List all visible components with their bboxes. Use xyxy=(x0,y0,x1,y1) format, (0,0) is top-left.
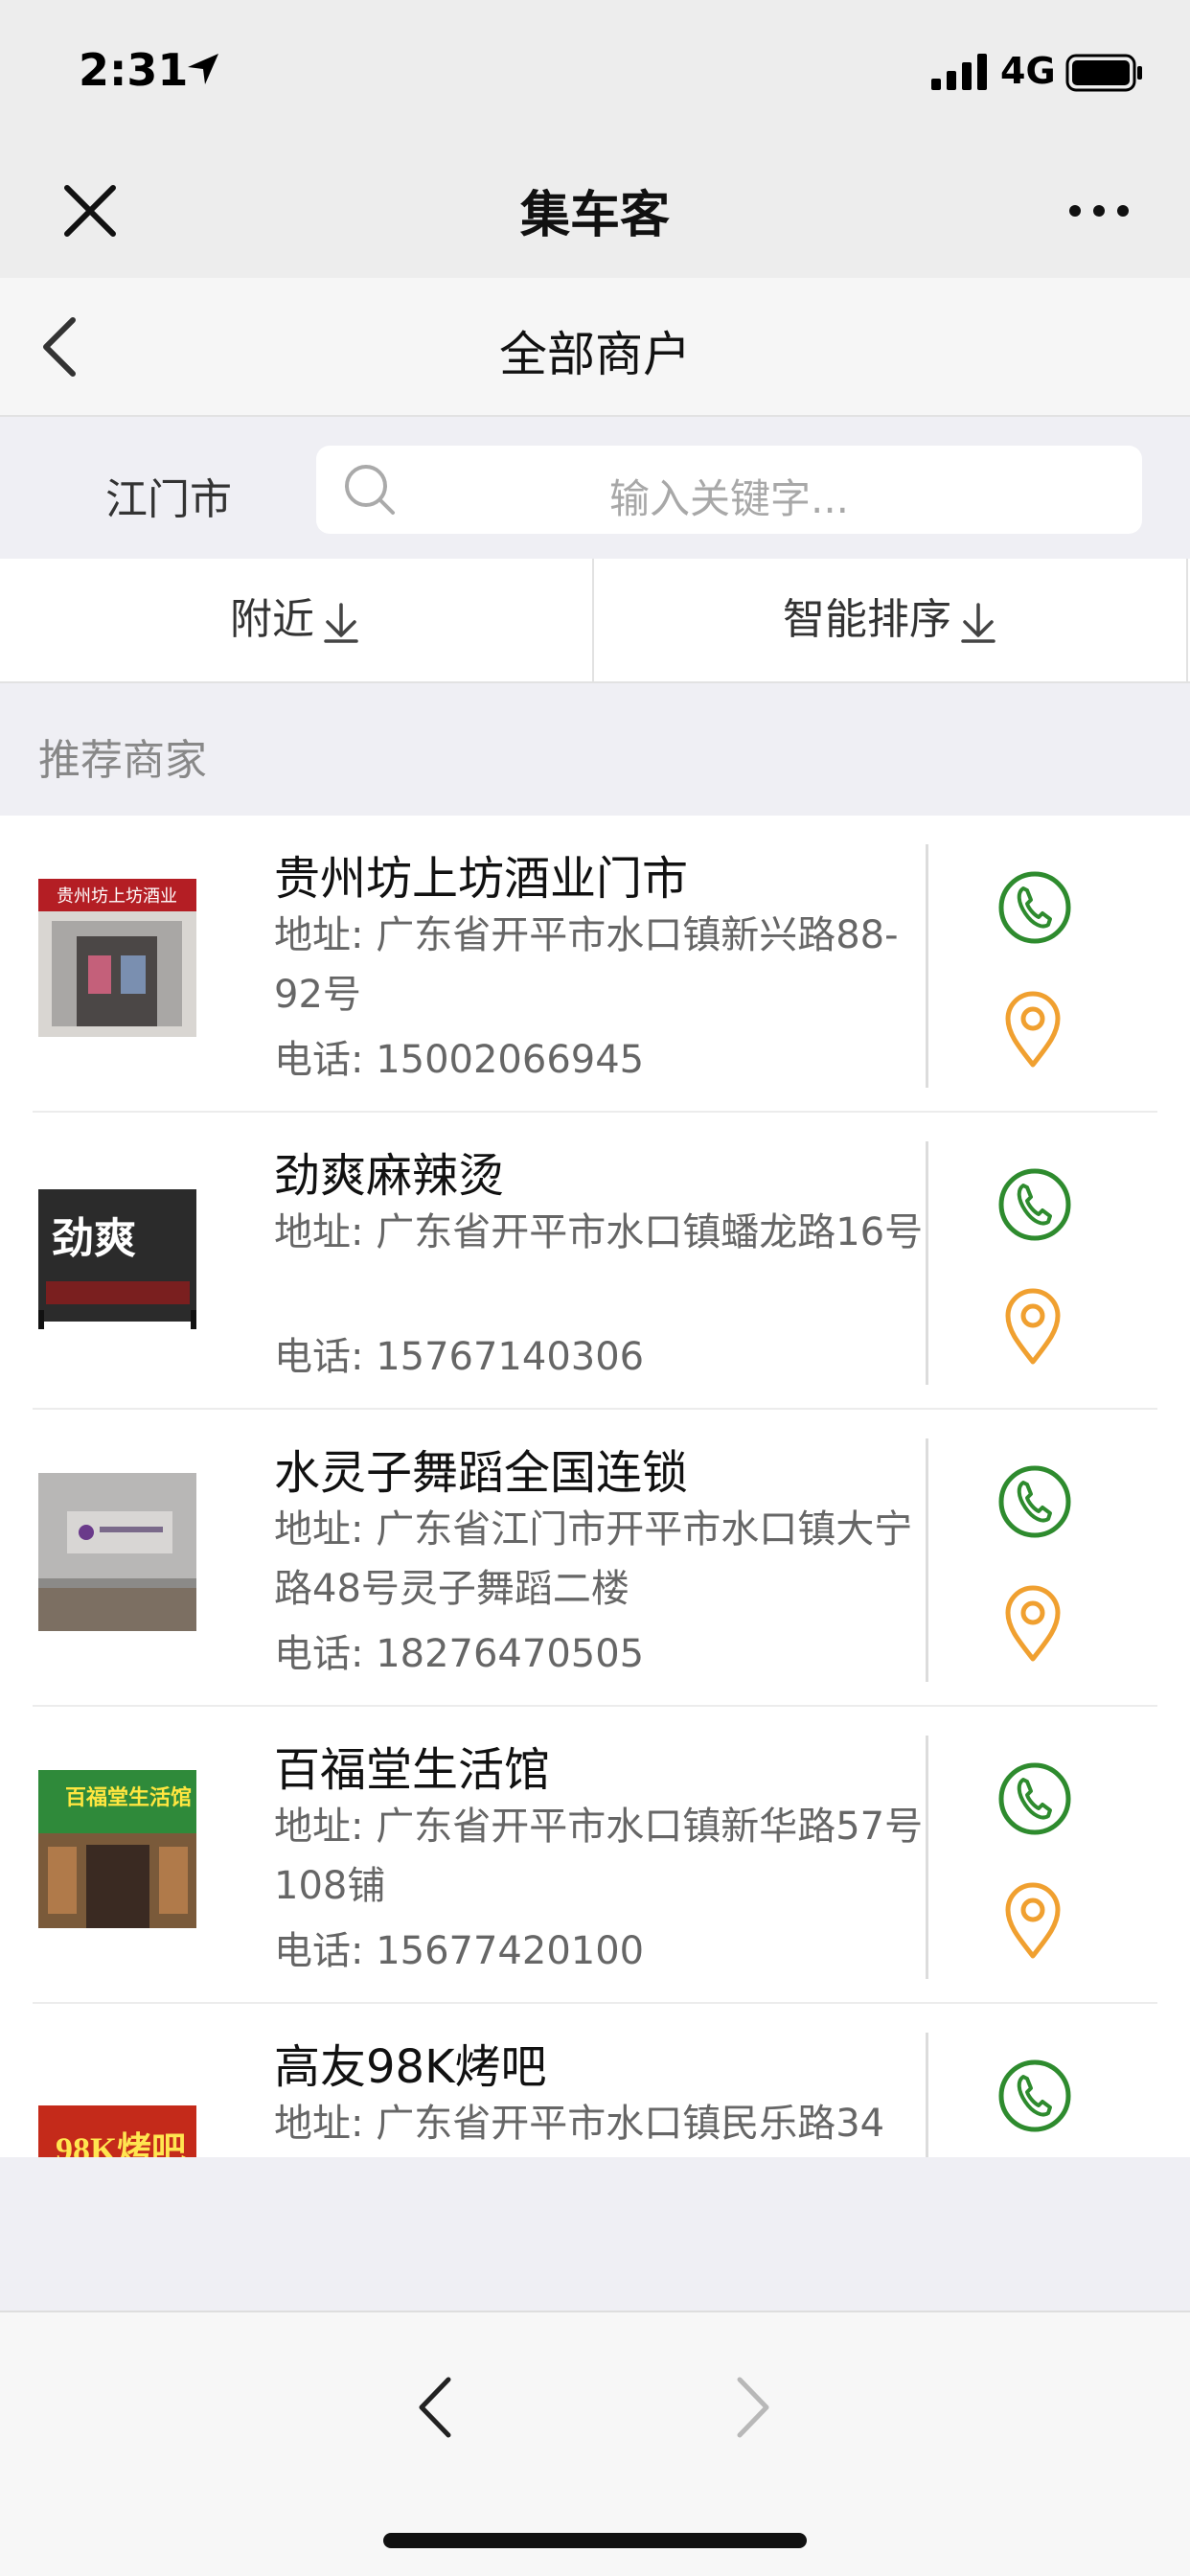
sort-down-icon xyxy=(324,603,358,643)
merchant-address: 地址: 广东省开平市水口镇新兴路88-92号 xyxy=(274,913,899,1017)
merchant-list: 贵州坊上坊酒业 贵州坊上坊酒业门市 地址: 广东省开平市水口镇新兴路88-92号… xyxy=(0,816,1190,2157)
thumb-sign-text: 百福堂生活馆 xyxy=(65,1785,192,1809)
location-pin-icon[interactable] xyxy=(1002,988,1064,1069)
thumb-sign-text: 劲爽 xyxy=(52,1215,136,1262)
status-time: 2:31 xyxy=(79,44,189,96)
item-divider xyxy=(926,1141,928,1385)
merchant-item[interactable]: 劲爽 劲爽麻辣烫 地址: 广东省开平市水口镇蟠龙路16号 电话: 1576714… xyxy=(0,1113,1190,1410)
phone-call-icon[interactable] xyxy=(996,2058,1073,2134)
merchant-thumbnail: 贵州坊上坊酒业 xyxy=(38,879,196,1037)
empty-area xyxy=(0,2157,1190,2311)
item-divider xyxy=(926,1736,928,1979)
forward-arrow-icon[interactable] xyxy=(728,2374,776,2441)
filter-nearby-label: 附近 xyxy=(230,595,314,644)
phone-call-icon[interactable] xyxy=(996,869,1073,946)
merchant-thumbnail: 百福堂生活馆 xyxy=(38,1770,196,1928)
section-header: 推荐商家 xyxy=(0,683,1190,816)
browser-toolbar xyxy=(0,2311,1190,2576)
location-pin-icon[interactable] xyxy=(1002,1285,1064,1366)
merchant-address: 地址: 广东省开平市水口镇新华路57号108铺 xyxy=(274,1805,924,1908)
filter-nearby[interactable]: 附近 xyxy=(0,559,592,681)
phone-call-icon[interactable] xyxy=(996,1166,1073,1243)
merchant-name: 高友98K烤吧 xyxy=(274,2040,547,2094)
search-placeholder: 输入关键字... xyxy=(608,475,850,522)
filter-divider xyxy=(1186,559,1188,681)
merchant-name: 劲爽麻辣烫 xyxy=(274,1149,505,1203)
merchant-address: 地址: 广东省开平市水口镇蟠龙路16号 xyxy=(274,1210,924,1254)
merchant-phone: 电话: 15677420100 xyxy=(274,1929,645,1973)
more-icon[interactable] xyxy=(1065,192,1133,230)
phone-call-icon[interactable] xyxy=(996,1463,1073,1540)
merchant-item[interactable]: 百福堂生活馆 百福堂生活馆 地址: 广东省开平市水口镇新华路57号108铺 电话… xyxy=(0,1707,1190,2004)
network-label: 4G xyxy=(1000,50,1056,92)
merchant-thumbnail: 98K烤吧 xyxy=(38,2067,196,2157)
battery-icon xyxy=(1065,54,1142,92)
item-divider xyxy=(926,2033,928,2157)
city-selector[interactable]: 江门市 xyxy=(105,465,232,526)
merchant-item[interactable]: 贵州坊上坊酒业 贵州坊上坊酒业门市 地址: 广东省开平市水口镇新兴路88-92号… xyxy=(0,816,1190,1113)
search-row: 江门市 输入关键字... xyxy=(0,417,1190,559)
status-bar: 2:31 4G xyxy=(0,0,1190,144)
page-title: 全部商户 xyxy=(499,327,691,382)
thumb-sign-text: 98K烤吧 xyxy=(56,2130,186,2157)
merchant-thumbnail xyxy=(38,1473,196,1631)
wechat-title-bar: 集车客 xyxy=(0,144,1190,278)
section-label: 推荐商家 xyxy=(38,736,207,785)
merchant-thumbnail: 劲爽 xyxy=(38,1176,196,1334)
phone-call-icon[interactable] xyxy=(996,1760,1073,1837)
home-indicator xyxy=(383,2533,807,2548)
location-pin-icon[interactable] xyxy=(1002,1879,1064,1960)
merchant-address: 地址: 广东省开平市水口镇民乐路34 xyxy=(274,2102,885,2146)
merchant-item[interactable]: 98K烤吧 高友98K烤吧 地址: 广东省开平市水口镇民乐路34 xyxy=(0,2004,1190,2157)
merchant-phone: 电话: 18276470505 xyxy=(274,1632,645,1676)
filter-smart-sort[interactable]: 智能排序 xyxy=(594,559,1188,681)
merchant-address: 地址: 广东省江门市开平市水口镇大宁路48号灵子舞蹈二楼 xyxy=(274,1507,913,1611)
page-header: 全部商户 xyxy=(0,278,1190,417)
back-arrow-icon[interactable] xyxy=(412,2374,460,2441)
sort-down-icon xyxy=(961,603,995,643)
merchant-item[interactable]: 水灵子舞蹈全国连锁 地址: 广东省江门市开平市水口镇大宁路48号灵子舞蹈二楼 电… xyxy=(0,1410,1190,1707)
filter-sort-label: 智能排序 xyxy=(783,595,951,644)
item-divider xyxy=(926,1438,928,1682)
search-input[interactable]: 输入关键字... xyxy=(316,446,1142,534)
merchant-name: 水灵子舞蹈全国连锁 xyxy=(274,1446,689,1500)
merchant-name: 贵州坊上坊酒业门市 xyxy=(274,852,689,906)
merchant-phone: 电话: 15767140306 xyxy=(274,1335,645,1379)
item-divider xyxy=(926,844,928,1088)
filter-bar: 附近 智能排序 xyxy=(0,559,1190,683)
merchant-name: 百福堂生活馆 xyxy=(274,1743,551,1797)
app-title: 集车客 xyxy=(519,187,670,244)
thumb-sign-text: 贵州坊上坊酒业 xyxy=(57,886,177,906)
location-pin-icon[interactable] xyxy=(1002,1582,1064,1663)
merchant-phone: 电话: 15002066945 xyxy=(274,1038,645,1082)
location-arrow-icon xyxy=(188,54,218,84)
signal-icon xyxy=(931,54,987,90)
